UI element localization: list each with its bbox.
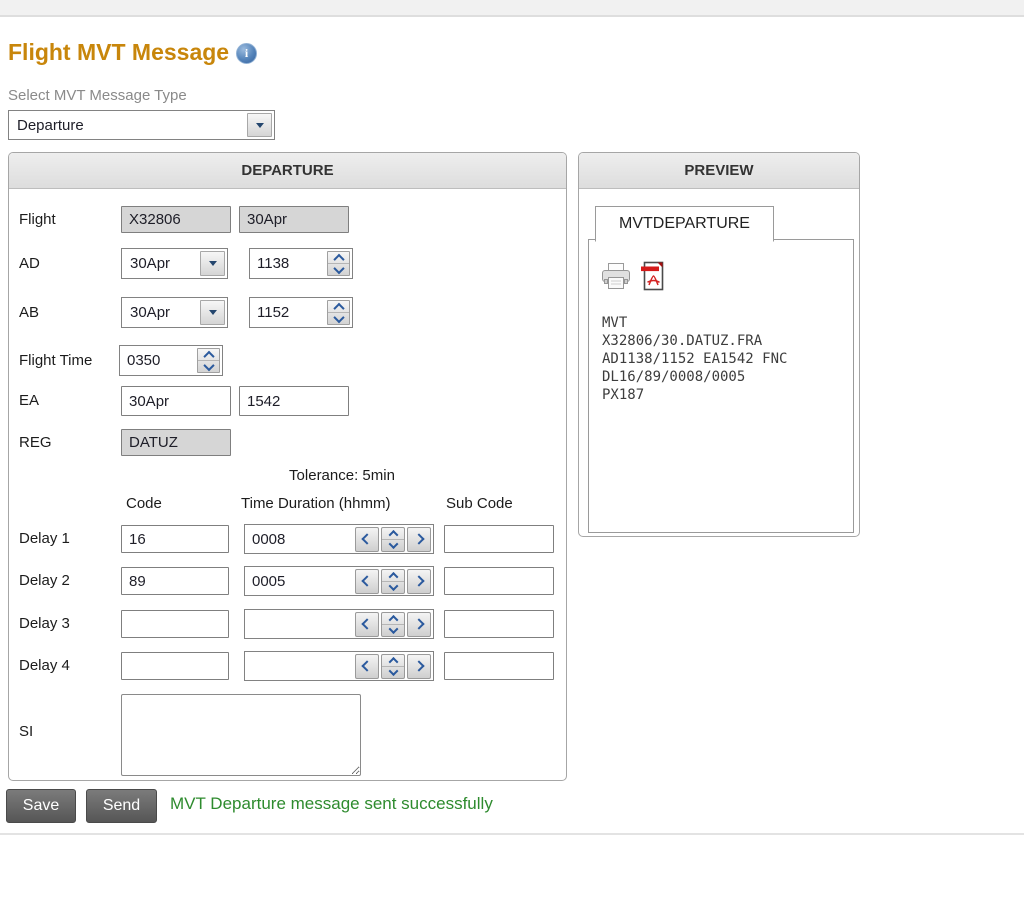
delay-4-code-field[interactable] [121, 652, 229, 680]
flight-number-field[interactable] [121, 206, 231, 233]
spin-down-icon[interactable] [382, 666, 404, 678]
decrement-icon[interactable] [355, 527, 379, 552]
ea-label: EA [19, 386, 39, 416]
tab-mvtdeparture[interactable]: MVTDEPARTURE [595, 206, 774, 242]
page-title: Flight MVT Message [8, 39, 229, 66]
ea-time-field[interactable] [239, 386, 349, 416]
delay-1-subcode-field[interactable] [444, 525, 554, 553]
spin-up-icon[interactable] [382, 528, 404, 539]
flight-time-value: 0350 [120, 346, 195, 375]
delay-1-code-field[interactable] [121, 525, 229, 553]
spin-down-icon[interactable] [382, 581, 404, 593]
ab-date-select[interactable]: 30Apr [121, 297, 228, 328]
pdf-icon[interactable] [639, 260, 667, 292]
message-type-value: Departure [9, 111, 245, 139]
delay-2-duration-field[interactable]: 0005 [244, 566, 434, 596]
info-icon[interactable]: i [236, 43, 257, 64]
ad-date-select[interactable]: 30Apr [121, 248, 228, 279]
delay-1-label: Delay 1 [19, 524, 70, 554]
increment-icon[interactable] [407, 612, 431, 637]
delay-2-subcode-field[interactable] [444, 567, 554, 595]
increment-icon[interactable] [407, 569, 431, 594]
flight-mvt-page: Flight MVT Message i Select MVT Message … [0, 0, 1024, 923]
preview-panel: PREVIEW MVTDEPARTURE [578, 152, 860, 537]
spin-up-icon[interactable] [328, 301, 349, 312]
ad-label: AD [19, 248, 40, 279]
increment-icon[interactable] [407, 654, 431, 679]
chevron-down-icon[interactable] [247, 113, 272, 137]
spin-up-icon[interactable] [382, 570, 404, 581]
ea-date-field[interactable] [121, 386, 231, 416]
message-type-select[interactable]: Departure [8, 110, 275, 140]
chevron-down-icon[interactable] [200, 300, 225, 325]
tolerance-label: Tolerance: 5min [242, 467, 442, 484]
send-button[interactable]: Send [86, 789, 157, 823]
status-message: MVT Departure message sent successfully [170, 794, 493, 814]
decrement-icon[interactable] [355, 612, 379, 637]
subcode-column-header: Sub Code [446, 495, 513, 512]
decrement-icon[interactable] [355, 654, 379, 679]
top-bar [0, 0, 1024, 17]
flight-label: Flight [19, 206, 56, 233]
spin-up-icon[interactable] [382, 655, 404, 666]
increment-icon[interactable] [407, 527, 431, 552]
delay-2-label: Delay 2 [19, 566, 70, 596]
reg-field[interactable] [121, 429, 231, 456]
reg-label: REG [19, 429, 52, 456]
delay-1-duration-field[interactable]: 0008 [244, 524, 434, 554]
si-label: SI [19, 723, 33, 740]
delay-1-duration-value: 0008 [245, 531, 355, 548]
spin-down-icon[interactable] [198, 360, 219, 372]
preview-content-box: MVT X32806/30.DATUZ.FRA AD1138/1152 EA15… [588, 239, 854, 533]
delay-3-duration-field[interactable] [244, 609, 434, 639]
spin-up-icon[interactable] [198, 349, 219, 360]
duration-column-header: Time Duration (hhmm) [241, 495, 390, 512]
delay-4-subcode-field[interactable] [444, 652, 554, 680]
ad-time-value: 1138 [250, 249, 325, 278]
flight-time-label: Flight Time [19, 345, 92, 376]
mvt-message-text: MVT X32806/30.DATUZ.FRA AD1138/1152 EA15… [602, 314, 787, 404]
message-type-label: Select MVT Message Type [8, 87, 187, 104]
spin-down-icon[interactable] [382, 539, 404, 551]
departure-panel: DEPARTURE Flight AD 30Apr 1138 AB 30Apr … [8, 152, 567, 781]
delay-2-duration-value: 0005 [245, 573, 355, 590]
flight-date-field[interactable] [239, 206, 349, 233]
ad-time-spinner[interactable]: 1138 [249, 248, 353, 279]
delay-3-label: Delay 3 [19, 609, 70, 639]
save-button[interactable]: Save [6, 789, 76, 823]
code-column-header: Code [126, 495, 162, 512]
spin-down-icon[interactable] [328, 312, 349, 324]
ab-time-value: 1152 [250, 298, 325, 327]
ab-time-spinner[interactable]: 1152 [249, 297, 353, 328]
delay-4-label: Delay 4 [19, 651, 70, 681]
delay-3-code-field[interactable] [121, 610, 229, 638]
spin-up-icon[interactable] [328, 252, 349, 263]
departure-panel-header: DEPARTURE [9, 153, 566, 189]
delay-3-subcode-field[interactable] [444, 610, 554, 638]
ab-date-value: 30Apr [122, 298, 198, 327]
ab-label: AB [19, 297, 39, 328]
decrement-icon[interactable] [355, 569, 379, 594]
si-textarea[interactable] [121, 694, 361, 776]
ad-date-value: 30Apr [122, 249, 198, 278]
spin-up-icon[interactable] [382, 613, 404, 624]
printer-icon[interactable] [601, 262, 631, 292]
flight-time-spinner[interactable]: 0350 [119, 345, 223, 376]
delay-2-code-field[interactable] [121, 567, 229, 595]
spin-down-icon[interactable] [328, 263, 349, 275]
chevron-down-icon[interactable] [200, 251, 225, 276]
delay-4-duration-field[interactable] [244, 651, 434, 681]
preview-panel-header: PREVIEW [579, 153, 859, 189]
bottom-divider [0, 833, 1024, 835]
spin-down-icon[interactable] [382, 624, 404, 636]
